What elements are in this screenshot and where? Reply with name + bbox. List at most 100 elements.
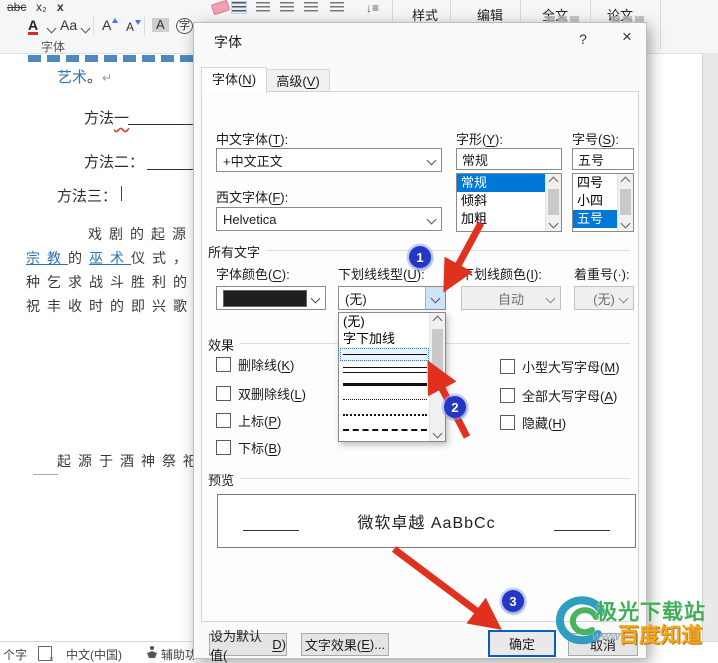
word-count[interactable]: 个字 [3,646,27,663]
underline-option-dotted-heavy[interactable] [339,407,430,422]
chevron-down-icon[interactable] [422,149,441,171]
latin-font-combobox[interactable]: Helvetica [216,207,442,231]
font-color-combobox[interactable] [216,286,326,310]
scroll-up-icon[interactable] [621,177,631,187]
list-item[interactable]: 五号 [573,210,618,228]
font-color-icon[interactable]: A [28,19,38,35]
underline-option-words-only[interactable]: 字下加线 [339,330,430,347]
underline-option-double[interactable] [339,362,430,377]
distribute-icon[interactable] [330,2,344,13]
clipped-text-line [28,55,194,62]
paragraph-line: 祝丰收时的即兴歌 [26,296,194,316]
chevron-down-icon[interactable] [425,287,445,309]
language-status[interactable]: 中文(中国) [66,646,122,663]
checkbox-box[interactable] [500,415,515,430]
font-style-input[interactable]: 常规 [456,148,562,170]
character-border-icon[interactable]: 字 [176,18,193,34]
scrollbar-thumb[interactable] [620,189,631,215]
step1-badge: 1 [409,246,431,268]
cjk-font-combobox[interactable]: +中文正文 [216,148,442,172]
underline-option-thick[interactable] [339,377,430,392]
underline-option-dashed[interactable] [339,422,430,437]
list-item[interactable]: 四号 [573,174,618,192]
underline-color-value: 自动 [498,289,524,308]
cjk-font-value: +中文正文 [223,151,283,170]
checkbox-small-caps[interactable]: 小型大写字母(M) [500,357,620,376]
help-icon[interactable]: ? [572,31,594,47]
para-text: 的 [68,250,89,266]
checkbox-double-strikethrough[interactable]: 双删除线(L) [216,384,306,403]
list-item[interactable]: 倾斜 [457,192,546,210]
change-case-dropdown-icon[interactable] [81,24,91,34]
chevron-down-icon[interactable] [306,287,325,309]
underline-style-dropdown[interactable]: (无) 字下加线 [338,312,446,442]
font-color-label: 字体颜色(C): [216,264,290,283]
align-left-icon[interactable] [232,2,246,13]
line-spacing-icon[interactable]: ↓≡ [366,2,379,14]
scroll-up-icon[interactable] [549,177,559,187]
checkbox-superscript[interactable]: 上标(P) [216,411,281,430]
scrollbar[interactable] [429,313,445,441]
strikethrough-icon[interactable]: abc [7,1,26,13]
scroll-up-icon[interactable] [433,316,443,326]
tab-advanced[interactable]: 高级(V) [266,69,330,93]
scroll-down-icon[interactable] [433,429,443,439]
checkbox-box[interactable] [216,413,231,428]
checkbox-label: 全部大写字母(A) [522,386,617,405]
font-size-list[interactable]: 四号 小四 五号 [572,173,634,232]
align-center-icon[interactable] [256,2,270,13]
accessibility-icon[interactable] [146,646,158,659]
underline-option-dotted[interactable] [339,392,430,407]
grow-font-icon[interactable]: A [102,19,111,31]
clear-format-icon[interactable]: x [57,1,64,13]
checkbox-box[interactable] [500,359,515,374]
cjk-font-label: 中文字体(T): [216,129,288,148]
checkbox-box[interactable] [500,388,515,403]
checkbox-hidden[interactable]: 隐藏(H) [500,413,566,432]
underline-style-combobox[interactable]: (无) [338,286,446,310]
chevron-down-icon[interactable] [422,208,441,230]
change-case-icon[interactable]: Aa [60,19,77,31]
cancel-button[interactable]: 取消 [568,633,638,656]
short-underline [33,474,58,475]
checkbox-box[interactable] [216,386,231,401]
shrink-font-icon[interactable]: A [126,21,134,33]
justify-icon[interactable] [304,2,318,13]
proofing-status-icon[interactable] [38,646,52,661]
text-effects-button[interactable]: 文字效果(E)... [301,633,389,656]
checkbox-label: 小型大写字母(M) [522,357,620,376]
scroll-down-icon[interactable] [549,219,559,229]
scroll-down-icon[interactable] [621,219,631,229]
font-dialog: 字体 ? × 字体(N) 高级(V) 中文字体(T): +中文正文 字形(Y):… [193,22,647,659]
tab-font[interactable]: 字体(N) [201,67,267,93]
font-color-dropdown-icon[interactable] [47,24,57,34]
checkbox-box[interactable] [216,357,231,372]
eraser-icon[interactable] [211,0,231,15]
scrollbar-thumb[interactable] [548,189,559,215]
effects-group-label: 效果 [208,335,238,354]
align-right-icon[interactable] [280,2,294,13]
underline-option-none[interactable]: (无) [339,313,430,330]
close-icon[interactable]: × [614,27,640,47]
list-item[interactable]: 小四 [573,192,618,210]
subscript-icon[interactable]: x₂ [36,1,47,13]
scrollbar[interactable] [617,174,633,231]
scrollbar[interactable] [545,174,561,231]
font-style-list[interactable]: 常规 倾斜 加粗 [456,173,562,232]
checkbox-strikethrough[interactable]: 删除线(K) [216,355,294,374]
list-item[interactable]: 加粗 [457,210,546,228]
checkbox-label: 下标(B) [238,438,281,457]
list-item[interactable]: 常规 [457,174,546,192]
checkbox-all-caps[interactable]: 全部大写字母(A) [500,386,617,405]
underline-color-combobox: 自动 [461,286,561,310]
underline-option-single[interactable] [339,347,430,362]
accessibility-status[interactable]: 辅助功 [161,646,194,663]
scrollbar-thumb[interactable] [432,329,443,383]
character-shading-icon[interactable]: A [152,18,169,32]
ok-button[interactable]: 确定 [488,630,556,657]
font-size-input[interactable]: 五号 [572,148,634,170]
checkbox-box[interactable] [216,440,231,455]
set-as-default-button[interactable]: 设为默认值(D) [209,633,287,656]
checkbox-subscript[interactable]: 下标(B) [216,438,281,457]
color-swatch [223,290,307,307]
